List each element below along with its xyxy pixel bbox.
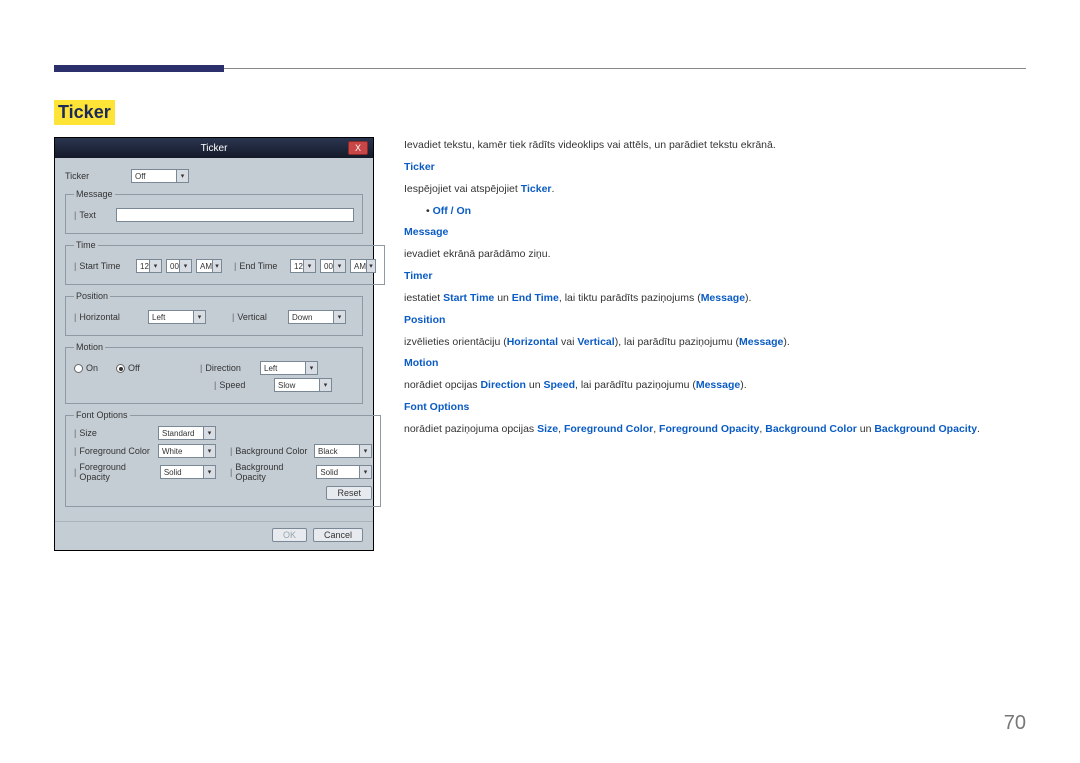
time-group: Time |Start Time 12▾ 00▾ AM▾ |End Time 1… — [65, 240, 385, 285]
chevron-down-icon: ▾ — [176, 170, 188, 182]
off-label: Off — [128, 363, 140, 373]
motion-group: Motion On Off |Direction Left▾ |Speed Sl… — [65, 342, 363, 404]
speed-select[interactable]: Slow▾ — [274, 378, 332, 392]
ticker-dialog: Ticker X Ticker Off▾ Message |Text — [54, 137, 374, 551]
font-group-label: Font Options — [74, 410, 130, 420]
on-label: On — [86, 363, 98, 373]
motion-heading: Motion — [404, 355, 1026, 373]
bg-opacity-label: Background Opacity — [235, 462, 312, 482]
header-accent-bar — [54, 65, 224, 72]
fg-opacity-label: Foreground Opacity — [79, 462, 155, 482]
bg-color-select[interactable]: Black▾ — [314, 444, 372, 458]
start-hour-stepper[interactable]: 12▾ — [136, 259, 162, 273]
motion-desc: norādiet opcijas Direction un Speed, lai… — [404, 377, 1026, 395]
message-group-label: Message — [74, 189, 115, 199]
horizontal-select[interactable]: Left▾ — [148, 310, 206, 324]
font-heading: Font Options — [404, 399, 1026, 417]
reset-button[interactable]: Reset — [326, 486, 372, 500]
fg-color-select[interactable]: White▾ — [158, 444, 216, 458]
font-group: Font Options |Size Standard▾ |Foreground… — [65, 410, 381, 507]
position-desc: izvēlieties orientāciju (Horizontal vai … — [404, 334, 1026, 352]
bg-color-label: Background Color — [235, 446, 307, 456]
ticker-field-label: Ticker — [65, 171, 125, 181]
ticker-desc: Iespējojiet vai atspējojiet Ticker. — [404, 181, 1026, 199]
start-ampm-select[interactable]: AM▾ — [196, 259, 222, 273]
message-desc: ievadiet ekrānā parādāmo ziņu. — [404, 246, 1026, 264]
message-group: Message |Text — [65, 189, 363, 234]
dialog-titlebar: Ticker X — [55, 138, 373, 158]
font-desc: norādiet paziņojuma opcijas Size, Foregr… — [404, 421, 1026, 439]
time-group-label: Time — [74, 240, 98, 250]
end-time-label: End Time — [239, 261, 277, 271]
vertical-select[interactable]: Down▾ — [288, 310, 346, 324]
position-group-label: Position — [74, 291, 110, 301]
end-ampm-select[interactable]: AM▾ — [350, 259, 376, 273]
direction-select[interactable]: Left▾ — [260, 361, 318, 375]
cancel-button[interactable]: Cancel — [313, 528, 363, 542]
fg-opacity-select[interactable]: Solid▾ — [160, 465, 216, 479]
description-column: Ievadiet tekstu, kamēr tiek rādīts video… — [404, 137, 1026, 443]
timer-heading: Timer — [404, 268, 1026, 286]
ticker-heading: Ticker — [404, 159, 1026, 177]
horizontal-label: Horizontal — [79, 312, 120, 322]
bg-opacity-select[interactable]: Solid▾ — [316, 465, 372, 479]
speed-label: Speed — [219, 380, 245, 390]
start-min-stepper[interactable]: 00▾ — [166, 259, 192, 273]
size-select[interactable]: Standard▾ — [158, 426, 216, 440]
ok-button[interactable]: OK — [272, 528, 307, 542]
close-icon[interactable]: X — [348, 141, 368, 155]
ticker-bullet: Off / On — [404, 203, 1026, 221]
ticker-select[interactable]: Off▾ — [131, 169, 189, 183]
position-heading: Position — [404, 312, 1026, 330]
end-hour-stepper[interactable]: 12▾ — [290, 259, 316, 273]
message-heading: Message — [404, 224, 1026, 242]
text-field-label: Text — [79, 210, 96, 220]
vertical-label: Vertical — [237, 312, 267, 322]
start-time-label: Start Time — [79, 261, 120, 271]
fg-color-label: Foreground Color — [79, 446, 150, 456]
intro-text: Ievadiet tekstu, kamēr tiek rādīts video… — [404, 137, 1026, 155]
page-number: 70 — [1004, 712, 1026, 735]
motion-off-radio[interactable] — [116, 364, 125, 373]
position-group: Position |Horizontal Left▾ |Vertical Dow… — [65, 291, 363, 336]
size-label: Size — [79, 428, 97, 438]
direction-label: Direction — [205, 363, 241, 373]
dialog-title-text: Ticker — [201, 143, 228, 154]
timer-desc: iestatiet Start Time un End Time, lai ti… — [404, 290, 1026, 308]
message-text-input[interactable] — [116, 208, 354, 222]
end-min-stepper[interactable]: 00▾ — [320, 259, 346, 273]
section-title: Ticker — [54, 100, 115, 125]
motion-on-radio[interactable] — [74, 364, 83, 373]
motion-group-label: Motion — [74, 342, 105, 352]
